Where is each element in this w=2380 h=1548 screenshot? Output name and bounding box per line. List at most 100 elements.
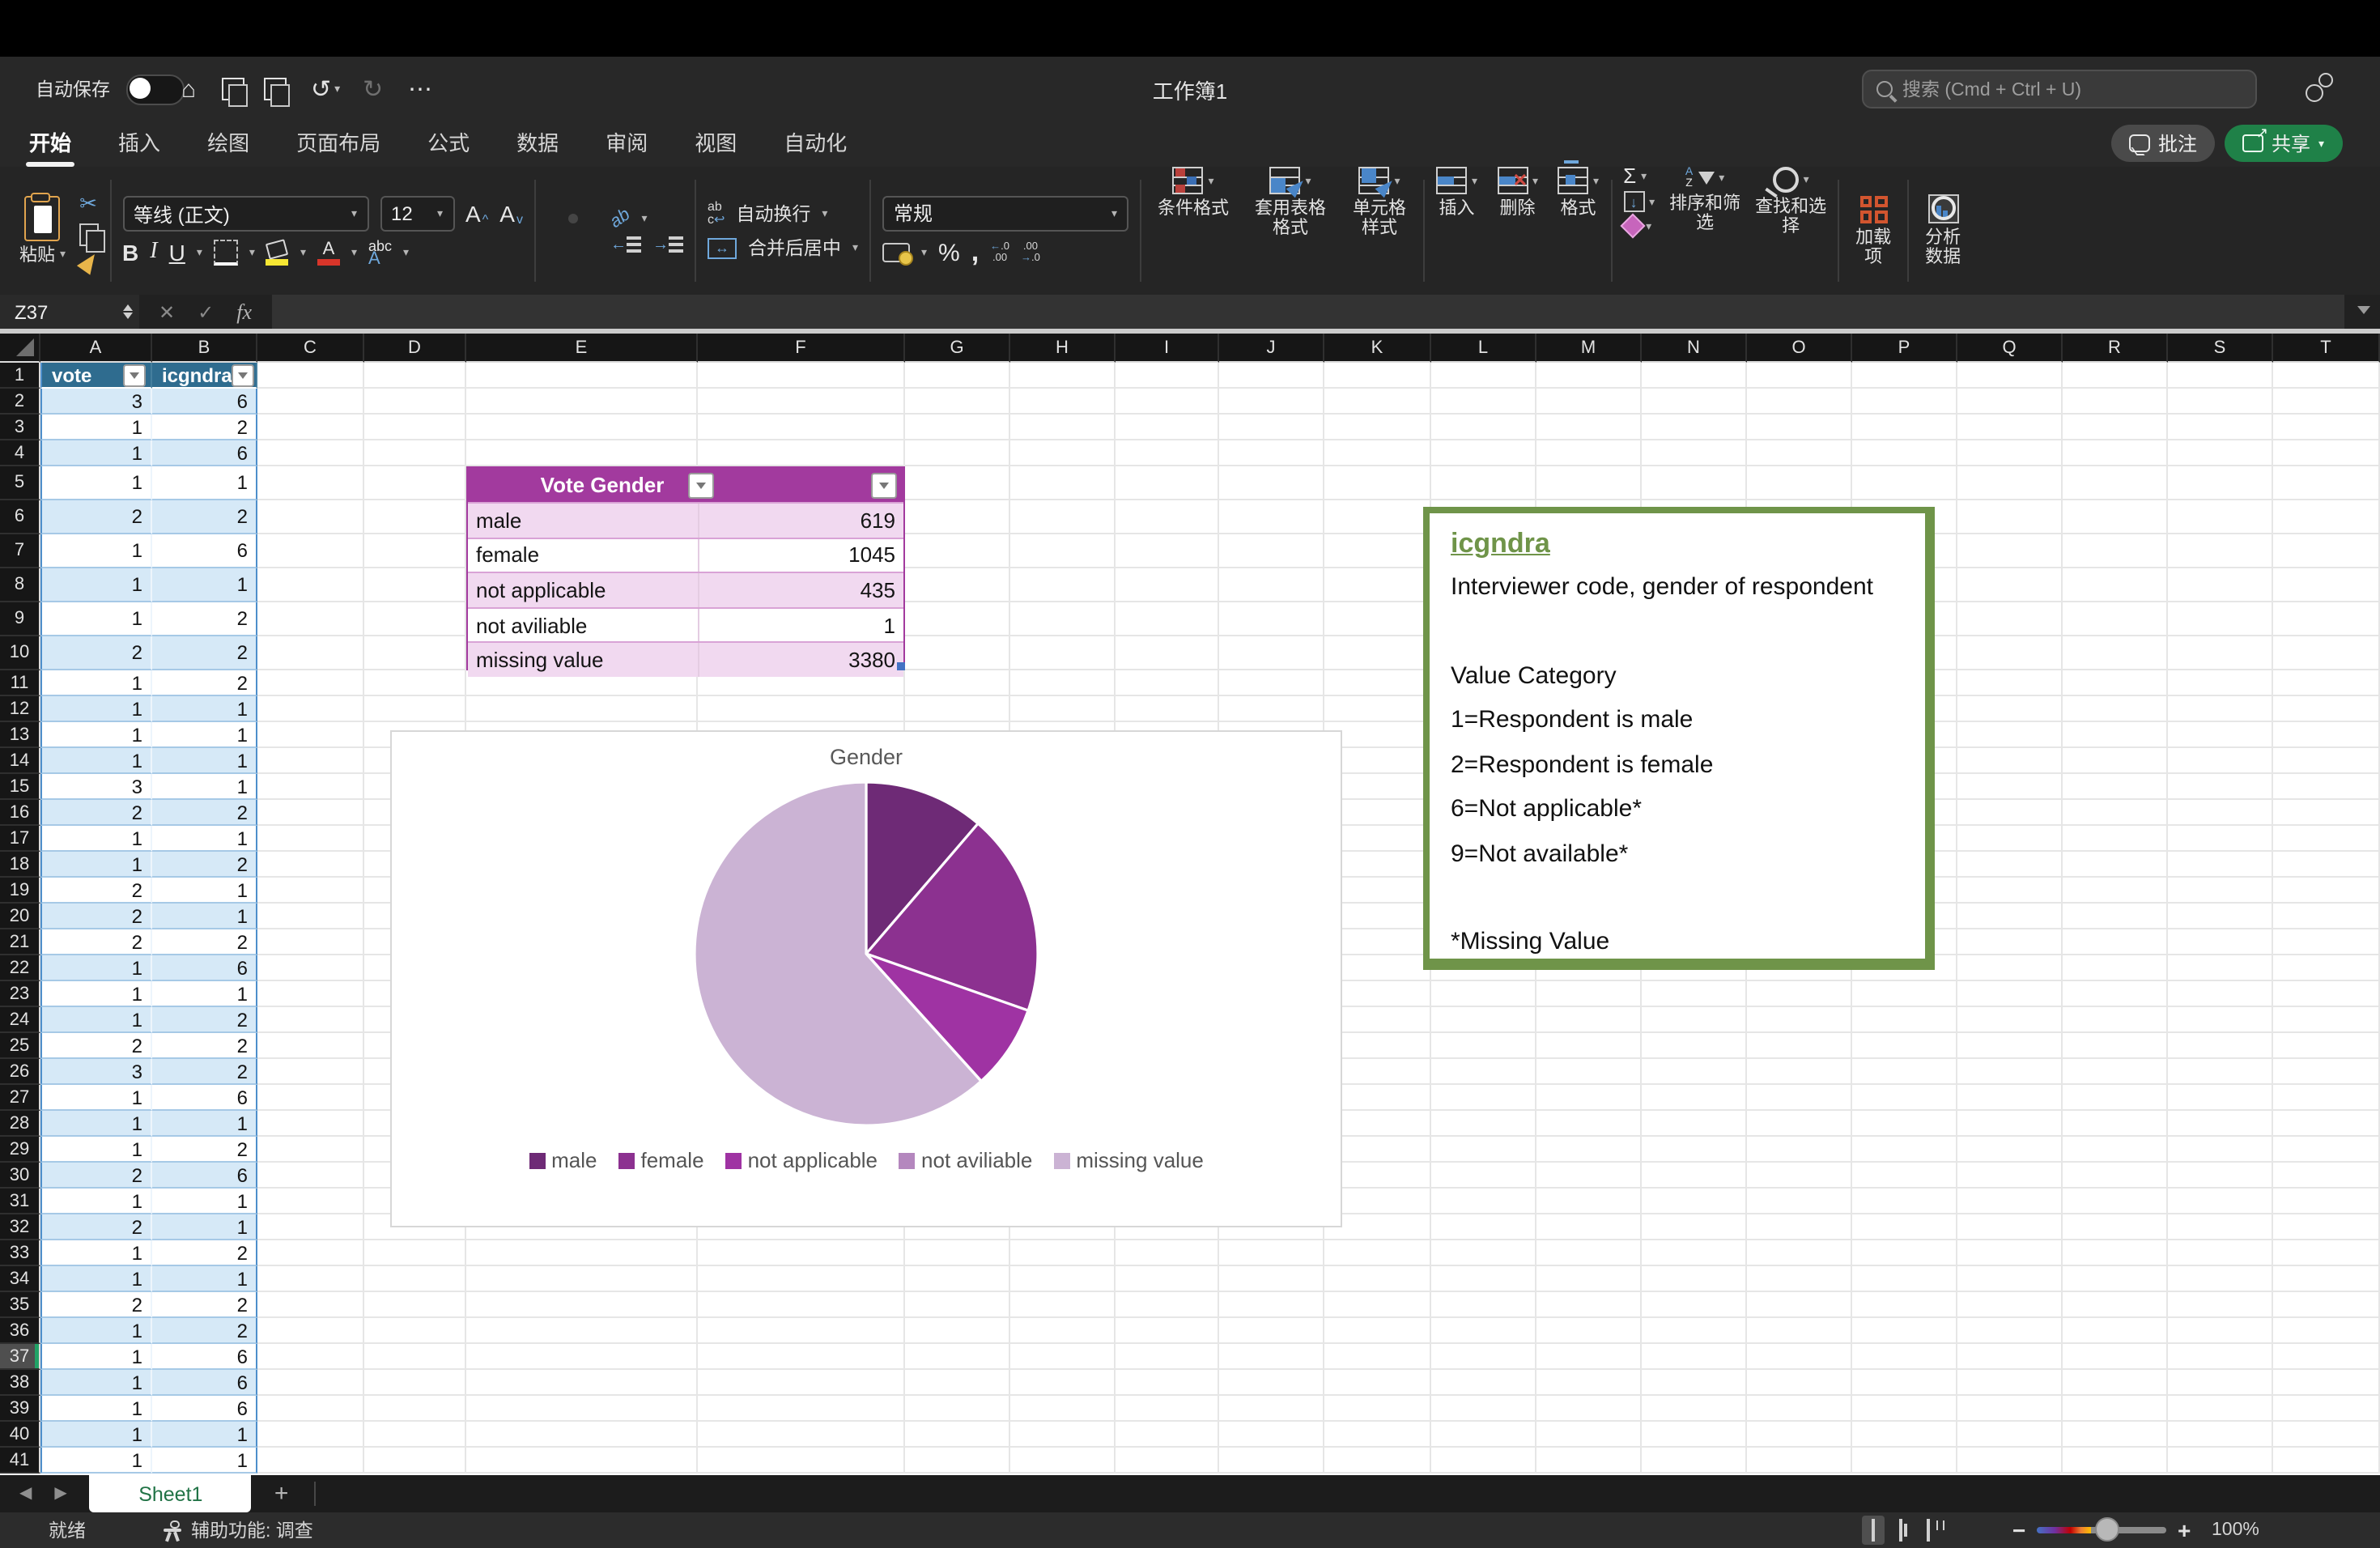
cell[interactable] — [698, 415, 905, 440]
align-top-button[interactable] — [547, 213, 557, 223]
cell[interactable] — [1324, 363, 1431, 389]
cell[interactable] — [2168, 1266, 2273, 1292]
cell[interactable] — [466, 1422, 698, 1448]
cell[interactable] — [1116, 568, 1219, 602]
cell[interactable] — [1852, 1214, 1957, 1240]
column-header-J[interactable]: J — [1219, 334, 1324, 363]
cell[interactable] — [1642, 981, 1747, 1007]
cell[interactable] — [1431, 389, 1536, 415]
cell[interactable] — [1116, 1240, 1219, 1266]
cell[interactable] — [2273, 1189, 2380, 1214]
cell[interactable] — [1219, 602, 1324, 636]
currency-format-button[interactable] — [882, 243, 910, 262]
cell[interactable] — [257, 1344, 364, 1370]
wrap-text-button[interactable]: 自动换行 — [736, 201, 810, 227]
align-center-button[interactable] — [568, 240, 578, 249]
cell[interactable] — [466, 1396, 698, 1422]
cell[interactable] — [364, 568, 466, 602]
cell[interactable] — [466, 415, 698, 440]
cell[interactable] — [1852, 1189, 1957, 1214]
cell[interactable] — [2063, 1163, 2168, 1189]
cell[interactable]: 2 — [152, 929, 257, 955]
cell[interactable] — [1852, 1396, 1957, 1422]
cell[interactable] — [2168, 1033, 2273, 1059]
cell[interactable] — [1324, 1396, 1431, 1422]
cell[interactable] — [257, 904, 364, 929]
cell[interactable] — [2168, 1085, 2273, 1111]
cell[interactable] — [1010, 466, 1116, 500]
cell[interactable] — [2273, 670, 2380, 696]
cell[interactable]: 2 — [152, 852, 257, 878]
undo-icon[interactable]: ↺▾ — [311, 57, 340, 121]
row-header-16[interactable]: 16 — [0, 800, 40, 826]
cell[interactable] — [1431, 1111, 1536, 1137]
row-header-2[interactable]: 2 — [0, 389, 40, 415]
cell[interactable] — [2063, 1007, 2168, 1033]
cell[interactable] — [1431, 981, 1536, 1007]
row-header-25[interactable]: 25 — [0, 1033, 40, 1059]
cell[interactable] — [257, 1033, 364, 1059]
cell[interactable] — [1010, 696, 1116, 722]
cell[interactable] — [257, 1422, 364, 1448]
cell[interactable] — [1116, 440, 1219, 466]
cell[interactable] — [2063, 1318, 2168, 1344]
cell[interactable] — [905, 440, 1010, 466]
cell[interactable] — [1747, 1033, 1852, 1059]
row-header-22[interactable]: 22 — [0, 955, 40, 981]
cell[interactable] — [1642, 389, 1747, 415]
cell[interactable] — [905, 363, 1010, 389]
comma-format-button[interactable]: , — [971, 245, 979, 261]
cell[interactable] — [1852, 466, 1957, 500]
cell[interactable] — [2168, 1214, 2273, 1240]
pivot-row-female[interactable]: female1045 — [468, 537, 903, 572]
cell[interactable] — [905, 1396, 1010, 1422]
cell[interactable] — [1536, 440, 1642, 466]
cell[interactable] — [2168, 670, 2273, 696]
cell[interactable] — [2168, 696, 2273, 722]
cell[interactable] — [2063, 389, 2168, 415]
cell[interactable]: 1 — [40, 981, 152, 1007]
column-header-S[interactable]: S — [2168, 334, 2273, 363]
cell[interactable] — [1957, 1214, 2063, 1240]
cell[interactable] — [1957, 500, 2063, 534]
cell[interactable] — [1642, 1111, 1747, 1137]
column-header-A[interactable]: A — [40, 334, 152, 363]
borders-button[interactable] — [214, 240, 238, 266]
legend-item-not-aviliable[interactable]: not aviliable — [899, 1148, 1032, 1172]
cell[interactable] — [905, 1318, 1010, 1344]
cell[interactable]: 1 — [40, 1085, 152, 1111]
cell[interactable] — [1536, 1189, 1642, 1214]
cell[interactable]: 2 — [152, 1240, 257, 1266]
cell[interactable] — [1536, 1163, 1642, 1189]
cell[interactable] — [1219, 534, 1324, 568]
cell[interactable]: 1 — [152, 1422, 257, 1448]
cell[interactable] — [1010, 415, 1116, 440]
cell[interactable] — [1852, 1422, 1957, 1448]
cell[interactable] — [2168, 929, 2273, 955]
cell[interactable] — [2273, 500, 2380, 534]
cell[interactable] — [2273, 981, 2380, 1007]
tab-插入[interactable]: 插入 — [115, 120, 164, 168]
cell[interactable] — [1010, 568, 1116, 602]
cell[interactable] — [1116, 1448, 1219, 1474]
cell[interactable] — [1536, 1033, 1642, 1059]
cell[interactable] — [2273, 722, 2380, 748]
cell[interactable] — [257, 440, 364, 466]
cell[interactable] — [2063, 602, 2168, 636]
format-cells-button[interactable]: ▾ 格式 — [1558, 167, 1599, 295]
row-header-24[interactable]: 24 — [0, 1007, 40, 1033]
cell[interactable] — [2063, 1266, 2168, 1292]
cell[interactable] — [1852, 415, 1957, 440]
cell[interactable] — [1536, 415, 1642, 440]
cell[interactable] — [1747, 1370, 1852, 1396]
cell[interactable] — [2168, 722, 2273, 748]
cell[interactable] — [257, 500, 364, 534]
save-as-icon[interactable] — [264, 57, 287, 121]
pivot-row-not-aviliable[interactable]: not aviliable1 — [468, 607, 903, 642]
cell[interactable] — [1431, 1007, 1536, 1033]
row-header-37[interactable]: 37 — [0, 1344, 40, 1370]
cell[interactable] — [1536, 1448, 1642, 1474]
cell[interactable] — [2273, 1085, 2380, 1111]
cell[interactable] — [1324, 1344, 1431, 1370]
number-format-select[interactable]: 常规▾ — [882, 195, 1128, 231]
